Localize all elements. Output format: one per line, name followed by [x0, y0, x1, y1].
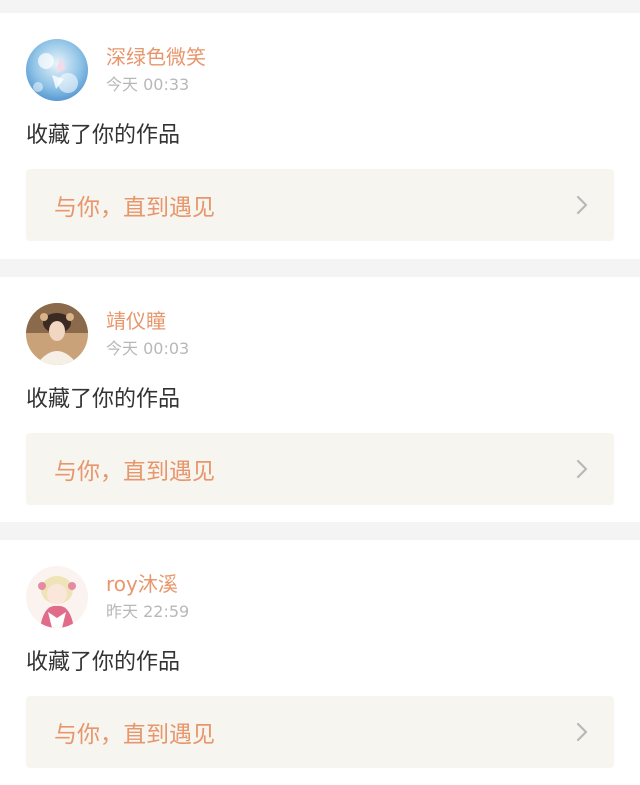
avatar[interactable]	[26, 39, 88, 101]
notification-meta: roy沐溪 昨天 22:59	[106, 570, 189, 624]
timestamp: 昨天 22:59	[106, 602, 190, 621]
notification-card: 靖仪瞳 今天 00:03 收藏了你的作品 与你，直到遇见	[0, 277, 640, 522]
work-link[interactable]: 与你，直到遇见	[26, 433, 614, 505]
top-spacer	[0, 0, 640, 13]
chevron-right-icon	[576, 195, 588, 215]
action-text: 收藏了你的作品	[26, 387, 181, 412]
avatar-image	[26, 39, 88, 101]
action-text: 收藏了你的作品	[26, 123, 181, 148]
notification-card: 深绿色微笑 今天 00:33 收藏了你的作品 与你，直到遇见	[0, 13, 640, 259]
username[interactable]: 靖仪瞳	[106, 307, 189, 335]
timestamp: 今天 00:03	[106, 339, 190, 358]
chevron-right-icon	[576, 459, 588, 479]
notification-feed: 深绿色微笑 今天 00:33 收藏了你的作品 与你，直到遇见 靖仪瞳 今天 00…	[0, 0, 640, 785]
avatar-image	[26, 303, 88, 365]
work-link[interactable]: 与你，直到遇见	[26, 696, 614, 768]
avatar[interactable]	[26, 566, 88, 628]
timestamp: 今天 00:33	[106, 75, 190, 94]
avatar-image	[26, 566, 88, 628]
notification-header: roy沐溪 昨天 22:59	[26, 566, 614, 628]
avatar[interactable]	[26, 303, 88, 365]
action-text: 收藏了你的作品	[26, 650, 181, 675]
username[interactable]: roy沐溪	[106, 570, 189, 598]
notification-card: roy沐溪 昨天 22:59 收藏了你的作品 与你，直到遇见	[0, 540, 640, 785]
chevron-right-icon	[576, 722, 588, 742]
notification-meta: 靖仪瞳 今天 00:03	[106, 307, 189, 361]
notification-meta: 深绿色微笑 今天 00:33	[106, 43, 206, 97]
username[interactable]: 深绿色微笑	[106, 43, 206, 71]
work-link[interactable]: 与你，直到遇见	[26, 169, 614, 241]
work-title: 与你，直到遇见	[54, 195, 215, 221]
card-separator	[0, 259, 640, 277]
work-title: 与你，直到遇见	[54, 722, 215, 748]
card-separator	[0, 522, 640, 540]
notification-header: 深绿色微笑 今天 00:33	[26, 39, 614, 101]
work-title: 与你，直到遇见	[54, 459, 215, 485]
notification-header: 靖仪瞳 今天 00:03	[26, 303, 614, 365]
